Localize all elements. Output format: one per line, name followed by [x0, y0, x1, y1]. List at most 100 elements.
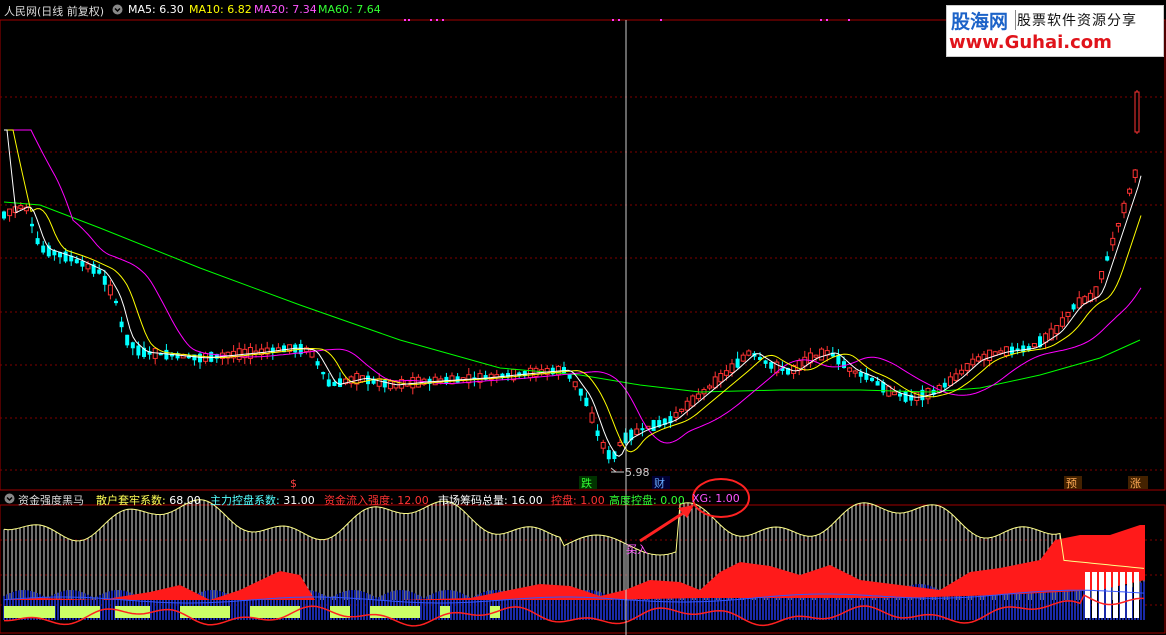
candle-body — [404, 380, 410, 387]
candle-body — [35, 238, 40, 245]
retail-line — [3, 499, 1145, 569]
indicator-item-0: 散户套牢系数: 68.00 — [96, 492, 201, 508]
candle-body — [970, 358, 976, 366]
candle-body — [7, 208, 13, 217]
signal-white-bar — [1134, 572, 1139, 618]
candle-body — [1010, 346, 1014, 355]
candle-body — [975, 356, 981, 362]
indicator-name: 资金强度黑马 — [18, 494, 84, 507]
indicator-item-1: 主力控盘系数: 31.00 — [210, 492, 315, 508]
signal-dot — [612, 19, 614, 21]
candle-body — [813, 354, 819, 358]
candle-body — [679, 408, 685, 412]
candle-body — [164, 349, 169, 360]
candle-body — [903, 391, 908, 402]
ma20-line — [4, 129, 1142, 444]
signal-white-bar — [1127, 572, 1132, 618]
marker-cai: 财 — [654, 476, 665, 490]
control-block — [370, 606, 420, 618]
chart-stage[interactable]: 5.98 $ 跌 财 预 涨 买入 — [0, 0, 1166, 635]
signal-dot — [436, 19, 438, 21]
candle-body — [152, 348, 158, 359]
candle-body — [617, 442, 623, 446]
candle-body — [992, 351, 998, 356]
candle-body — [746, 350, 752, 356]
indicator-item-label: XG: — [692, 492, 716, 505]
signal-white-bar — [1085, 572, 1090, 618]
stock-title: 人民网(日线 前复权) — [4, 5, 105, 18]
candle-body — [1121, 202, 1127, 214]
candle-body — [382, 380, 387, 388]
candle-body — [712, 376, 718, 389]
indicator-item-value: 1.00 — [580, 494, 605, 507]
candle-body — [947, 376, 953, 387]
candle-body — [114, 300, 118, 304]
candle-body — [30, 223, 34, 227]
candle-body — [1132, 169, 1138, 178]
candle-body — [847, 367, 853, 372]
candle-body — [769, 362, 774, 369]
signal-white-bar — [1092, 572, 1097, 618]
candle-body — [1076, 297, 1082, 309]
signal-dot — [404, 19, 406, 21]
candle-body — [987, 349, 993, 362]
ma10-value: MA10: 6.82 — [189, 3, 252, 16]
price-grid — [0, 96, 1165, 471]
marker-yu: 预 — [1066, 477, 1077, 490]
candle-body — [80, 260, 85, 267]
control-block — [60, 606, 100, 618]
candle-body — [959, 369, 965, 375]
indicator-panel — [3, 499, 1145, 627]
indicator-item-6: XG: 1.00 — [692, 492, 740, 505]
candle-body — [852, 370, 858, 374]
candle-body — [684, 400, 690, 411]
indicator-item-value: 1.00 — [715, 492, 740, 505]
indicator-settings-icon[interactable] — [4, 493, 15, 507]
candle-body — [875, 381, 880, 386]
candle-body — [964, 363, 970, 371]
indicator-item-label: 市场筹码总量: — [438, 494, 512, 507]
logo-brand: 股海网 — [951, 11, 1009, 33]
candle-body — [718, 372, 724, 383]
candle-body — [870, 377, 874, 381]
candle-body — [763, 360, 768, 364]
candle-body — [695, 393, 701, 400]
candle-body — [97, 269, 102, 274]
candle-body — [107, 284, 113, 296]
marker-dollar: $ — [290, 477, 297, 490]
logo-slogan: 股票软件资源分享 — [1017, 13, 1137, 29]
candle-body — [1003, 346, 1009, 357]
ma10-line — [4, 129, 1142, 453]
settings-icon[interactable] — [112, 4, 123, 18]
candle-body — [1065, 311, 1071, 317]
signal-dot — [618, 19, 620, 21]
candle-body — [707, 385, 713, 389]
candle-body — [858, 371, 863, 377]
indicator-item-label: 主力控盘系数: — [210, 494, 284, 507]
indicator-item-value: 31.00 — [283, 494, 315, 507]
candle-body — [842, 361, 846, 369]
signal-white-bar — [1113, 572, 1118, 618]
candle-body — [1110, 237, 1116, 246]
candle-body — [74, 259, 79, 264]
candle-body — [595, 430, 600, 437]
candle-body — [584, 397, 589, 407]
candle-body — [533, 367, 539, 377]
candle-body — [953, 373, 959, 381]
indicator-item-label: 资金流入强度: — [324, 494, 398, 507]
candle-body — [735, 358, 740, 368]
ma20-value: MA20: 7.34 — [254, 3, 317, 16]
signal-dot — [442, 19, 444, 21]
signal-white-bar — [1106, 572, 1111, 618]
logo-url: www.Guhai.com — [949, 32, 1112, 53]
candle-body — [567, 374, 572, 379]
control-block — [4, 606, 55, 618]
ma60-value: MA60: 7.64 — [318, 3, 381, 16]
candle-body — [321, 371, 326, 375]
candle-body — [410, 377, 416, 389]
candle-body — [41, 245, 46, 253]
candle-body — [572, 381, 578, 388]
candle-body — [690, 395, 696, 407]
candle-body — [354, 372, 360, 385]
candle-body — [578, 388, 583, 396]
